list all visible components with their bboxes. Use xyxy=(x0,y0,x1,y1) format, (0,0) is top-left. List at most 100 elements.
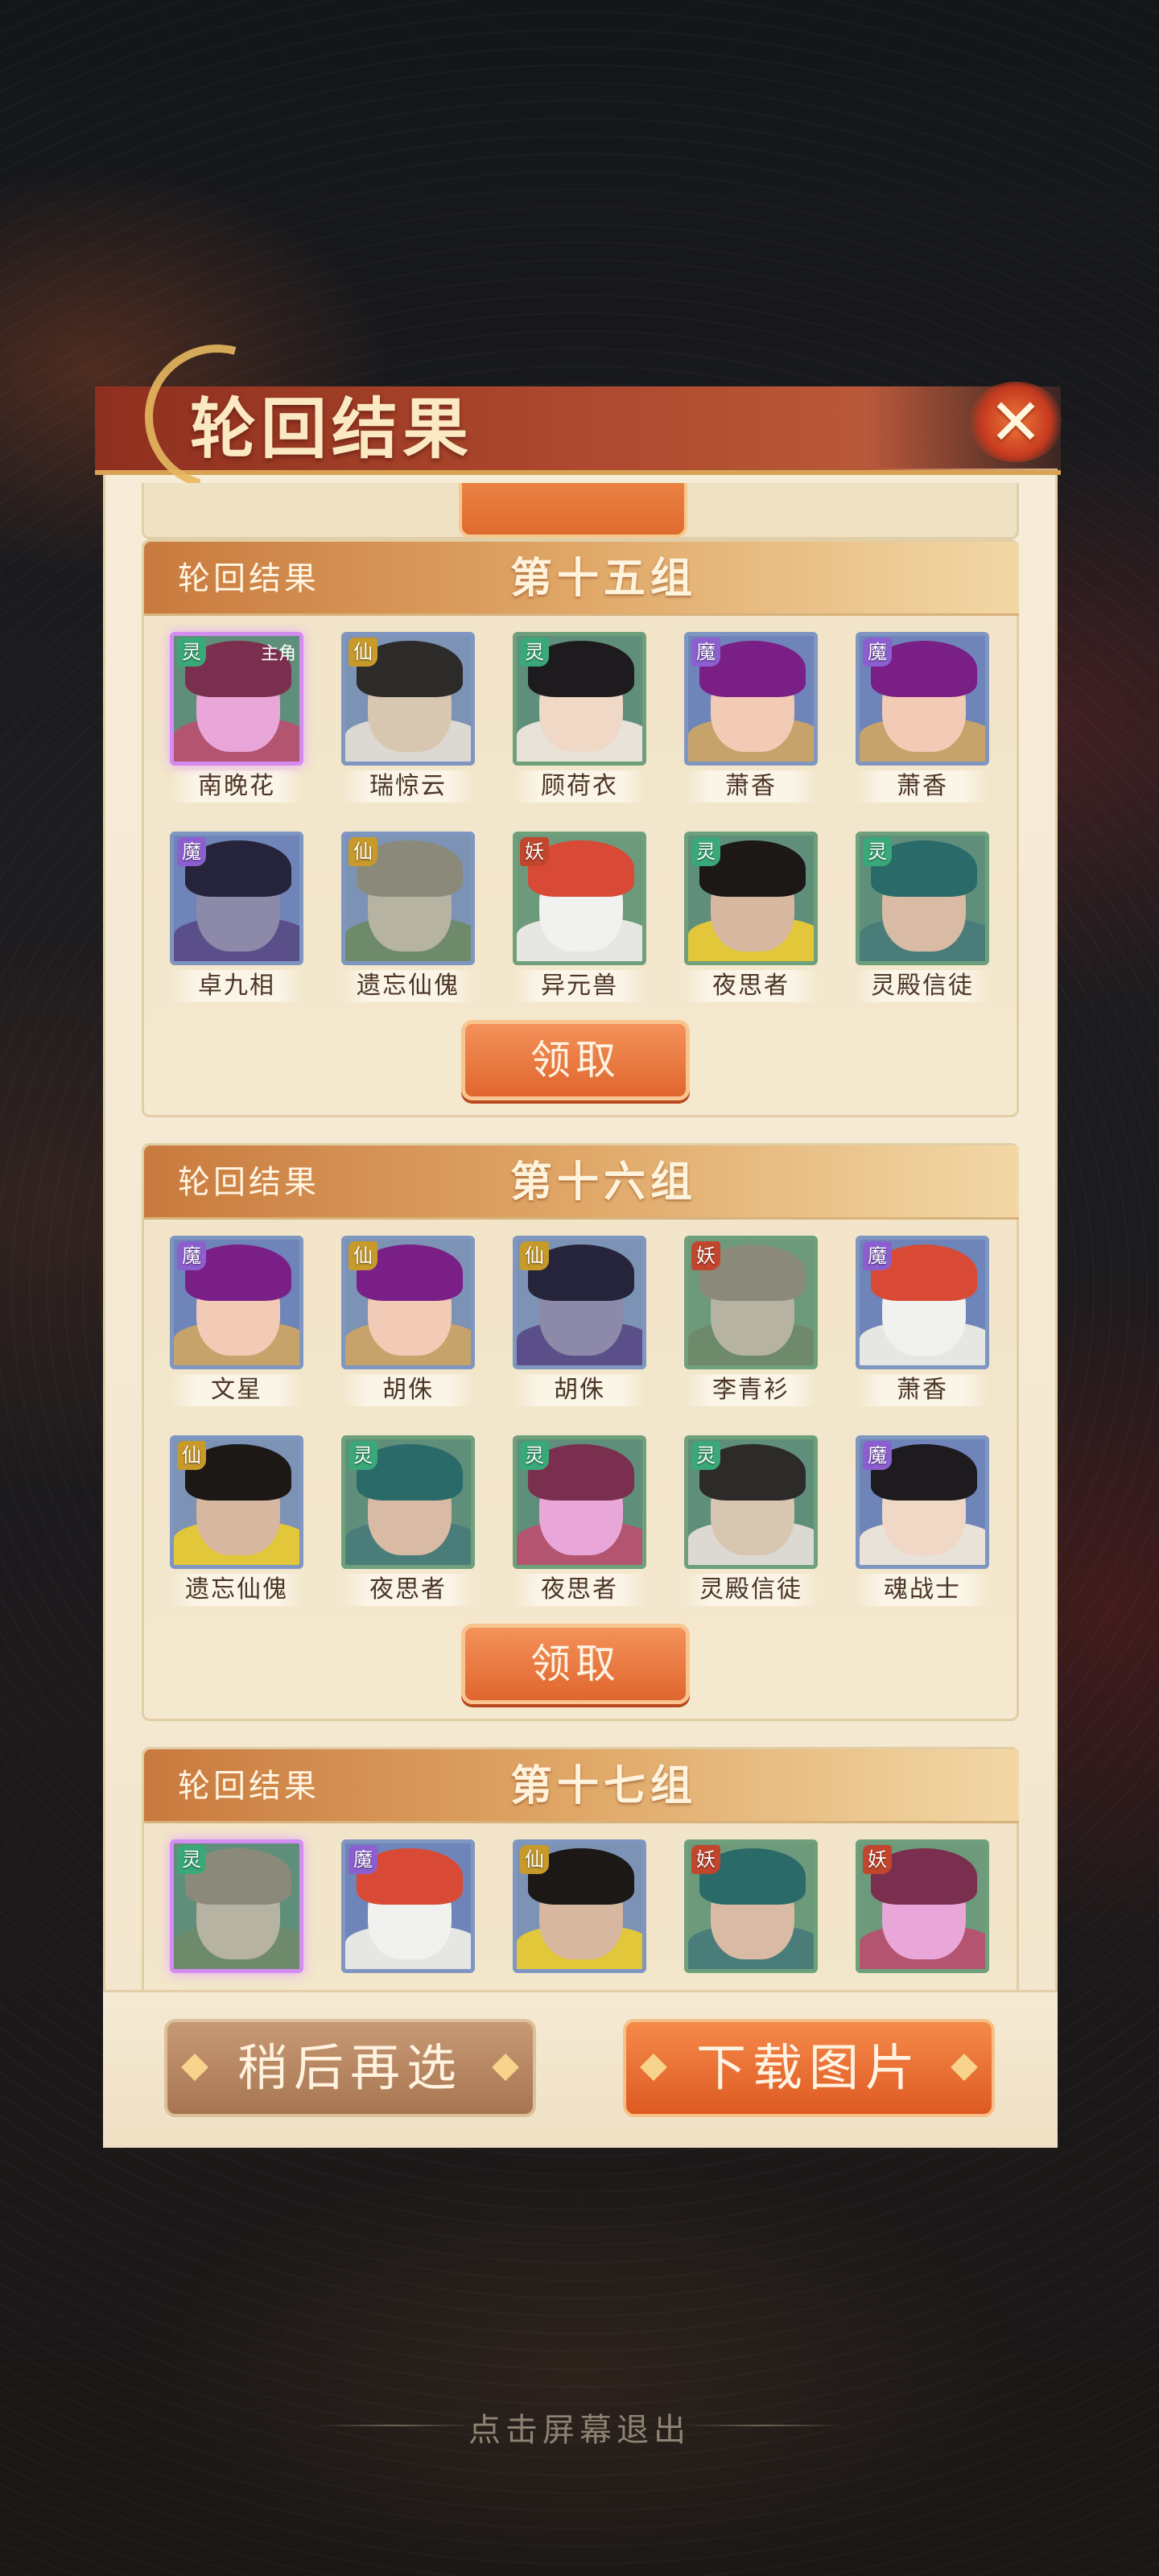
hero-card[interactable]: 魔文星 xyxy=(170,1236,303,1406)
hero-card[interactable]: 灵夜思者 xyxy=(684,832,818,1002)
hero-portrait[interactable]: 魔 xyxy=(856,632,989,766)
hero-card[interactable]: 灵 主角 南晚花 xyxy=(170,632,303,803)
close-button[interactable]: ✕ xyxy=(963,377,1069,467)
hero-portrait[interactable]: 灵 xyxy=(684,1435,818,1569)
faction-badge-icon: 魔 xyxy=(177,837,206,866)
diamond-left-icon xyxy=(640,2054,667,2081)
hero-portrait[interactable]: 仙 xyxy=(341,632,475,766)
hero-portrait[interactable]: 魔 xyxy=(684,632,818,766)
hero-portrait[interactable]: 仙 xyxy=(513,1839,646,1973)
hero-portrait[interactable]: 魔 xyxy=(856,1435,989,1569)
hero-portrait[interactable]: 灵 xyxy=(684,832,818,965)
faction-badge-icon: 魔 xyxy=(349,1845,377,1874)
hero-card[interactable]: 仙 xyxy=(513,1839,646,1973)
group-name: 第十七组 xyxy=(510,1761,698,1810)
faction-badge-icon: 魔 xyxy=(863,1441,892,1470)
previous-claim-button[interactable] xyxy=(459,483,687,538)
hero-portrait[interactable]: 妖 xyxy=(513,832,646,965)
hero-portrait[interactable]: 魔 xyxy=(341,1839,475,1973)
faction-badge-icon: 仙 xyxy=(349,638,377,667)
hero-portrait[interactable]: 妖 xyxy=(684,1236,818,1369)
hero-portrait[interactable]: 妖 xyxy=(856,1839,989,1973)
hero-name: 异元兽 xyxy=(513,970,646,1002)
hero-card[interactable]: 灵顾荷衣 xyxy=(513,632,646,803)
hero-card[interactable]: 妖 xyxy=(856,1839,989,1973)
hero-portrait[interactable]: 灵 xyxy=(341,1435,475,1569)
exit-hint[interactable]: 点击屏幕退出 xyxy=(0,2404,1159,2450)
claim-button[interactable]: 领取 xyxy=(461,1624,690,1704)
hero-portrait[interactable]: 魔 xyxy=(170,1236,303,1369)
faction-badge-icon: 魔 xyxy=(691,638,720,667)
faction-badge-icon: 灵 xyxy=(177,1845,206,1874)
hero-card[interactable]: 魔萧香 xyxy=(856,1236,989,1406)
hero-name: 夜思者 xyxy=(341,1574,475,1606)
hero-portrait[interactable]: 仙 xyxy=(341,1236,475,1369)
hero-card[interactable]: 仙胡侏 xyxy=(341,1236,475,1406)
faction-badge-icon: 灵 xyxy=(349,1441,377,1470)
hero-portrait[interactable]: 灵 xyxy=(513,1435,646,1569)
hero-portrait[interactable]: 仙 xyxy=(170,1435,303,1569)
hero-name: 胡侏 xyxy=(513,1374,646,1406)
hero-name: 瑞惊云 xyxy=(341,770,475,803)
hero-card[interactable]: 仙遗忘仙傀 xyxy=(170,1435,303,1606)
hero-name: 文星 xyxy=(170,1374,303,1406)
hero-name: 萧香 xyxy=(856,1374,989,1406)
hero-card[interactable]: 妖 xyxy=(684,1839,818,1973)
hero-card[interactable]: 魔魂战士 xyxy=(856,1435,989,1606)
hero-name: 灵殿信徒 xyxy=(684,1574,818,1606)
faction-badge-icon: 仙 xyxy=(520,1241,549,1270)
hero-portrait[interactable]: 仙 xyxy=(513,1236,646,1369)
hero-portrait[interactable]: 灵 xyxy=(513,632,646,766)
hero-name: 顾荷衣 xyxy=(513,770,646,803)
faction-badge-icon: 魔 xyxy=(177,1241,206,1270)
hero-portrait[interactable]: 灵 主角 xyxy=(170,632,303,766)
hero-portrait[interactable]: 魔 xyxy=(170,832,303,965)
close-x-icon: ✕ xyxy=(988,384,1043,460)
faction-badge-icon: 仙 xyxy=(520,1845,549,1874)
hero-card[interactable]: 仙胡侏 xyxy=(513,1236,646,1406)
hero-name: 李青衫 xyxy=(684,1374,818,1406)
diamond-right-icon xyxy=(492,2054,519,2081)
group-label: 轮回结果 xyxy=(178,1164,320,1201)
hero-card[interactable]: 灵灵殿信徒 xyxy=(684,1435,818,1606)
hero-portrait[interactable]: 魔 xyxy=(856,1236,989,1369)
hero-card[interactable]: 仙遗忘仙傀 xyxy=(341,832,475,1002)
hero-card[interactable]: 灵夜思者 xyxy=(341,1435,475,1606)
hero-card[interactable]: 魔萧香 xyxy=(684,632,818,803)
faction-badge-icon: 仙 xyxy=(349,837,377,866)
choose-later-button[interactable]: 稍后再选 xyxy=(164,2019,536,2117)
hero-card[interactable]: 妖异元兽 xyxy=(513,832,646,1002)
group-label: 轮回结果 xyxy=(178,1768,320,1805)
hero-card[interactable]: 魔卓九相 xyxy=(170,832,303,1002)
hero-card[interactable]: 灵 xyxy=(170,1839,303,1973)
hero-name: 遗忘仙傀 xyxy=(170,1574,303,1606)
group-header: 轮回结果 第十五组 xyxy=(144,542,1019,616)
faction-badge-icon: 妖 xyxy=(691,1845,720,1874)
page-title: 轮回结果 xyxy=(190,390,474,468)
group-header: 轮回结果 第十七组 xyxy=(144,1749,1019,1823)
claim-button[interactable]: 领取 xyxy=(461,1020,690,1100)
results-scroll-area[interactable]: 轮回结果 第十五组灵主角 南晚花仙瑞惊云灵顾荷衣魔萧香魔萧香魔卓九相仙遗忘仙傀妖异元… xyxy=(142,483,1019,1990)
hero-name: 遗忘仙傀 xyxy=(341,970,475,1002)
choose-later-label: 稍后再选 xyxy=(237,2038,463,2097)
hero-portrait[interactable]: 灵 xyxy=(856,832,989,965)
hero-card[interactable]: 仙瑞惊云 xyxy=(341,632,475,803)
hero-card[interactable]: 魔 xyxy=(341,1839,475,1973)
hero-portrait[interactable]: 妖 xyxy=(684,1839,818,1973)
hero-card[interactable]: 灵夜思者 xyxy=(513,1435,646,1606)
faction-badge-icon: 灵 xyxy=(863,837,892,866)
hero-card[interactable]: 魔萧香 xyxy=(856,632,989,803)
faction-badge-icon: 仙 xyxy=(349,1241,377,1270)
hero-card[interactable]: 灵灵殿信徒 xyxy=(856,832,989,1002)
faction-badge-icon: 妖 xyxy=(691,1241,720,1270)
result-group: 轮回结果 第十六组魔文星仙胡侏仙胡侏妖李青衫魔萧香仙遗忘仙傀灵夜思者灵夜思者灵灵殿… xyxy=(142,1143,1019,1721)
hero-name: 萧香 xyxy=(684,770,818,803)
hero-portrait[interactable]: 灵 xyxy=(170,1839,303,1973)
faction-badge-icon: 灵 xyxy=(177,638,206,667)
hero-portrait[interactable]: 仙 xyxy=(341,832,475,965)
download-image-button[interactable]: 下载图片 xyxy=(623,2019,995,2117)
hero-card[interactable]: 妖李青衫 xyxy=(684,1236,818,1406)
faction-badge-icon: 妖 xyxy=(520,837,549,866)
result-group: 轮回结果 第十七组灵 魔 仙 妖 妖 xyxy=(142,1747,1019,1990)
hero-name: 夜思者 xyxy=(513,1574,646,1606)
